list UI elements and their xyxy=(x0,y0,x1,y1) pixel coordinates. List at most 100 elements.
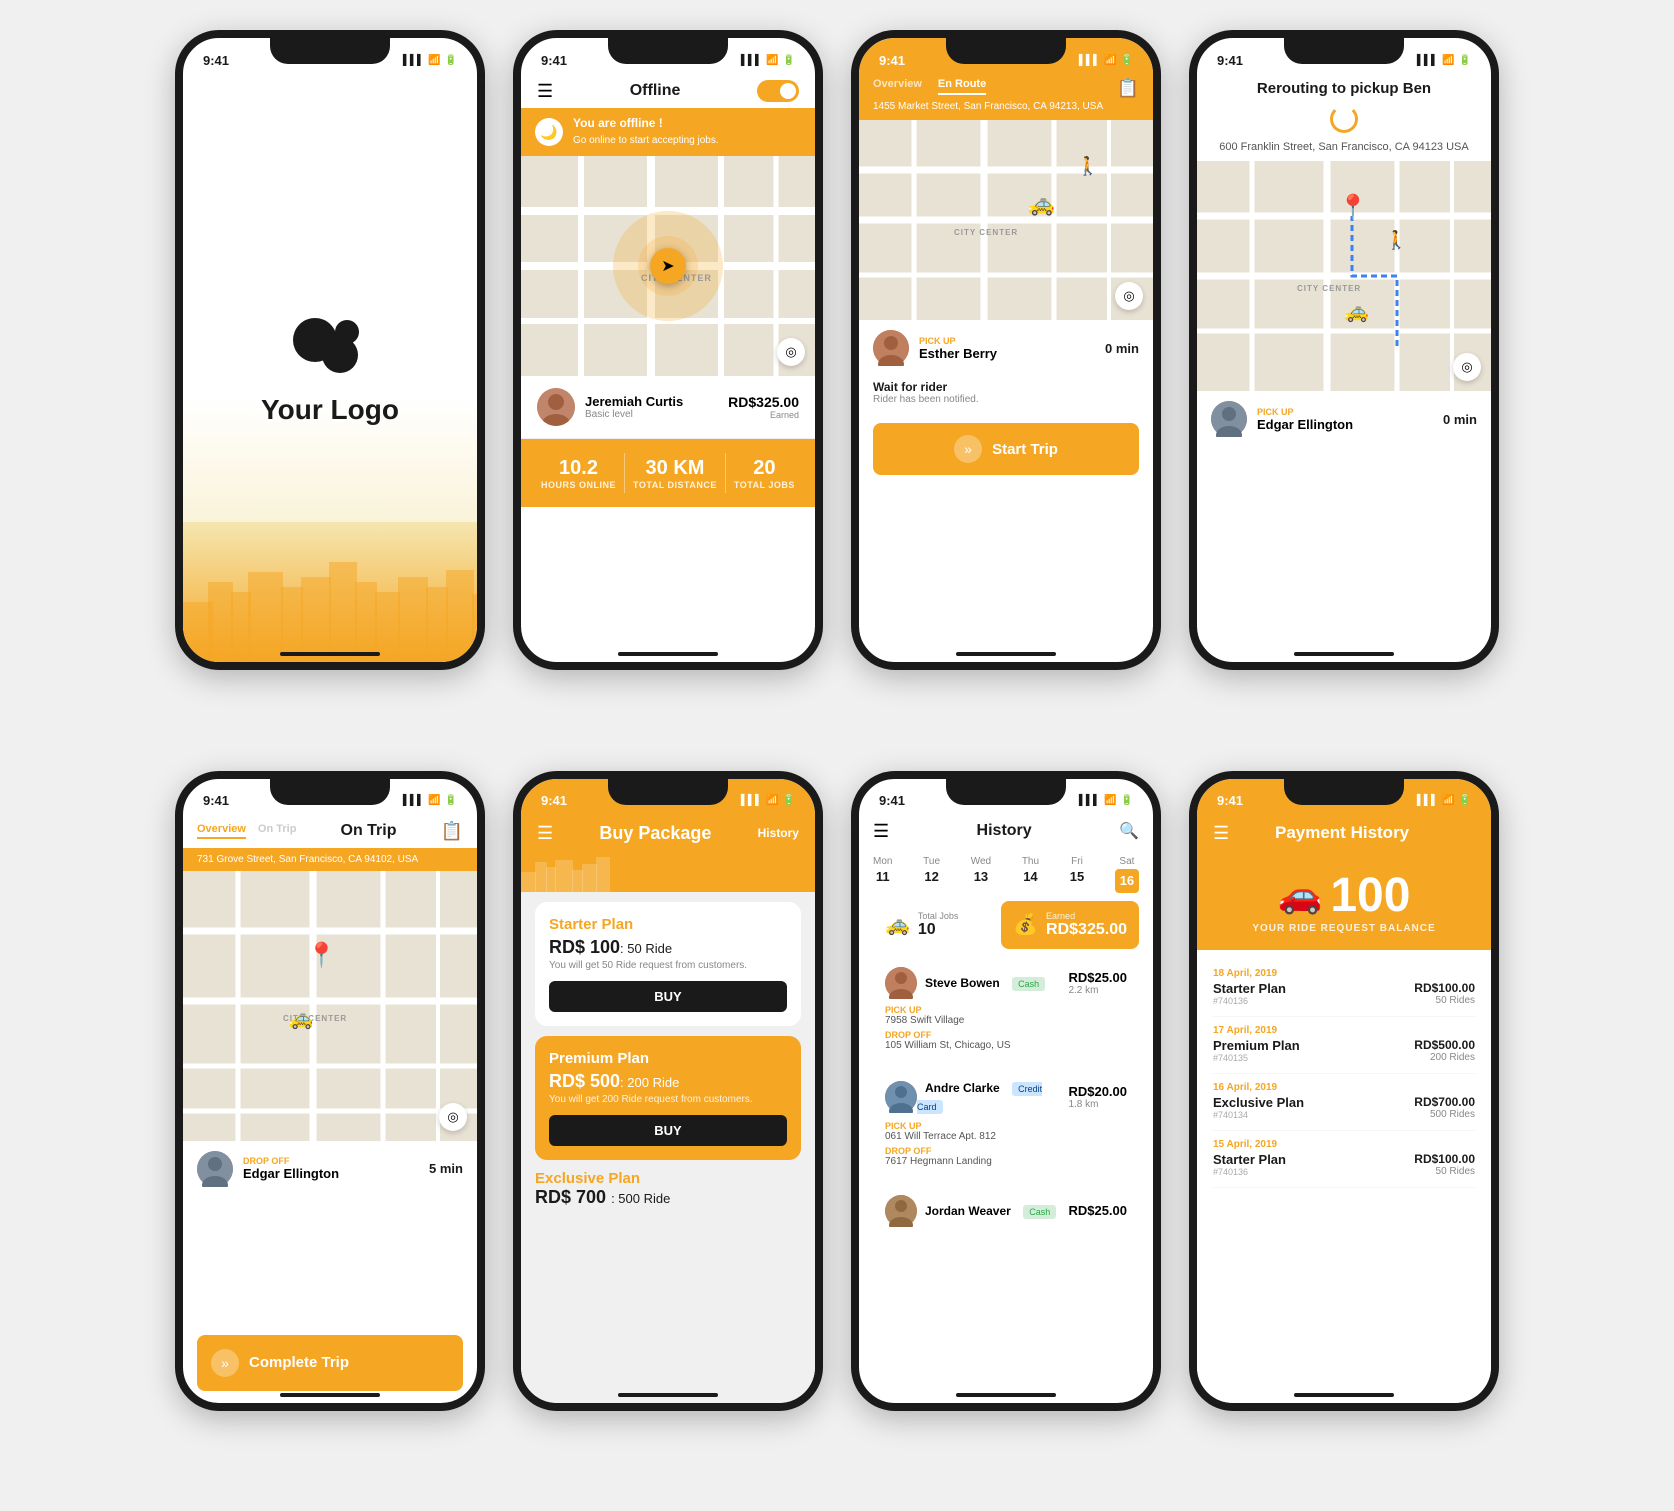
notch-3 xyxy=(946,38,1066,64)
phones-row-2: 9:41 ▌▌▌ 📶 🔋 Overview On Trip On Trip 📋 xyxy=(20,771,1654,1411)
rider-avatar-5 xyxy=(197,1151,233,1187)
stat-distance: 30 KM xyxy=(633,457,717,480)
hamburger-6[interactable]: ☰ xyxy=(537,823,553,844)
avatar-0 xyxy=(885,967,917,999)
starter-buy-btn[interactable]: BUY xyxy=(549,981,787,1012)
dropoff-label: DROP OFF xyxy=(243,1156,339,1166)
logo-screen: Your Logo xyxy=(183,74,477,662)
avatar-1 xyxy=(885,1081,917,1113)
earning-label: Earned xyxy=(728,410,799,420)
buy-pkg-header: ☰ Buy Package History xyxy=(521,815,815,852)
on-trip-title: On Trip xyxy=(341,822,397,840)
cal-sat[interactable]: Sat 16 xyxy=(1115,856,1139,893)
avatar-2 xyxy=(885,1195,917,1227)
time-6: 9:41 xyxy=(541,793,567,808)
home-indicator-2 xyxy=(618,652,718,656)
history-item-1: Andre Clarke Credit Card RD$20.00 1.8 km… xyxy=(873,1069,1139,1177)
payment-header: ☰ Payment History xyxy=(1197,815,1491,852)
taxi-icon: 🚕 xyxy=(1028,191,1055,217)
car-icon: 🚗 xyxy=(1278,874,1323,916)
history-item-0: Steve Bowen Cash RD$25.00 2.2 km PICK UP… xyxy=(873,957,1139,1061)
en-route-screen: Overview En Route 📋 1455 Market Street, … xyxy=(859,74,1153,662)
home-indicator-8 xyxy=(1294,1393,1394,1397)
notch-6 xyxy=(608,779,728,805)
complete-trip-button[interactable]: » Complete Trip xyxy=(197,1335,463,1391)
rider-name: Esther Berry xyxy=(919,346,997,361)
locate-btn-3[interactable]: ◎ xyxy=(1115,282,1143,310)
logo-icon xyxy=(285,310,375,380)
history-item-2: Jordan Weaver Cash RD$25.00 xyxy=(873,1185,1139,1243)
locate-btn-5[interactable]: ◎ xyxy=(439,1103,467,1131)
tab-en-route[interactable]: En Route xyxy=(938,78,986,95)
on-trip-header: Overview On Trip On Trip 📋 xyxy=(183,815,477,848)
offline-icon: 🌙 xyxy=(535,118,563,146)
rider-name-5: Edgar Ellington xyxy=(243,1166,339,1181)
rider-avatar-4 xyxy=(1211,401,1247,437)
online-toggle[interactable] xyxy=(757,80,799,102)
destination-pin: 📍 xyxy=(1338,193,1368,222)
tab-overview-5[interactable]: Overview xyxy=(197,823,246,839)
time-7: 9:41 xyxy=(879,793,905,808)
notch-2 xyxy=(608,38,728,64)
driver-name: Jeremiah Curtis xyxy=(585,394,728,409)
eta: 0 min xyxy=(1105,341,1139,356)
taxi-pin: ➤ xyxy=(650,248,686,284)
locate-btn-4[interactable]: ◎ xyxy=(1453,353,1481,381)
start-trip-button[interactable]: » Start Trip xyxy=(873,423,1139,475)
cal-wed[interactable]: Wed 13 xyxy=(971,856,991,893)
time-1: 9:41 xyxy=(203,53,229,68)
earned-stat: 💰 Earned RD$325.00 xyxy=(1001,901,1139,949)
offline-screen: ☰ Offline 🌙 You are offline ! Go online … xyxy=(521,74,815,662)
payment-list: 18 April, 2019 Starter Plan #740136 RD$1… xyxy=(1197,950,1491,1403)
eta-4: 0 min xyxy=(1443,412,1477,427)
home-indicator-5 xyxy=(280,1393,380,1397)
pickup-label-4: PICK UP xyxy=(1257,407,1353,417)
destination-pin-5: 📍 xyxy=(306,941,336,970)
on-trip-screen: Overview On Trip On Trip 📋 731 Grove Str… xyxy=(183,815,477,1403)
starter-plan-card: Starter Plan RD$ 100: 50 Ride You will g… xyxy=(535,902,801,1026)
driver-info-card: Jeremiah Curtis Basic level RD$325.00 Ea… xyxy=(521,376,815,439)
calendar-icon[interactable]: 📋 xyxy=(1117,78,1139,99)
reroute-address: 600 Franklin Street, San Francisco, CA 9… xyxy=(1211,141,1477,153)
total-jobs-stat: 🚕 Total Jobs 10 xyxy=(873,901,993,949)
history-header: ☰ History 🔍 xyxy=(859,815,1153,848)
buy-pkg-title: Buy Package xyxy=(599,823,711,844)
hamburger-8[interactable]: ☰ xyxy=(1213,823,1229,844)
calendar-icon-5[interactable]: 📋 xyxy=(441,821,463,842)
offline-banner: 🌙 You are offline ! Go online to start a… xyxy=(521,108,815,156)
phones-row-1: 9:41 ▌▌▌ 📶 🔋 Your Logo xyxy=(20,30,1654,670)
tab-overview[interactable]: Overview xyxy=(873,78,922,95)
hamburger-7[interactable]: ☰ xyxy=(873,821,889,842)
logo-text: Your Logo xyxy=(261,394,399,426)
cal-mon[interactable]: Mon 11 xyxy=(873,856,892,893)
cal-tue[interactable]: Tue 12 xyxy=(923,856,940,893)
wait-info: Wait for rider Rider has been notified. xyxy=(859,376,1153,415)
on-trip-map: CITY CENTER 📍 🚕 ◎ xyxy=(183,871,477,1141)
phone-history: 9:41 ▌▌▌ 📶 🔋 ☰ History 🔍 Mon 11 xyxy=(851,771,1161,1411)
notch-4 xyxy=(1284,38,1404,64)
history-link[interactable]: History xyxy=(758,826,799,840)
hamburger-icon[interactable]: ☰ xyxy=(537,81,553,102)
cal-fri[interactable]: Fri 15 xyxy=(1070,856,1084,893)
rerouting-screen: Rerouting to pickup Ben 600 Franklin Str… xyxy=(1197,74,1491,662)
reroute-header: Rerouting to pickup Ben 600 Franklin Str… xyxy=(1197,74,1491,161)
home-indicator-7 xyxy=(956,1393,1056,1397)
premium-buy-btn[interactable]: BUY xyxy=(549,1115,787,1146)
phone-logo: 9:41 ▌▌▌ 📶 🔋 Your Logo xyxy=(175,30,485,670)
en-route-tabs: Overview En Route xyxy=(873,78,986,95)
svg-text:CITY CENTER: CITY CENTER xyxy=(1297,284,1361,293)
home-indicator-3 xyxy=(956,652,1056,656)
driver-level: Basic level xyxy=(585,409,728,420)
tab-on-trip[interactable]: On Trip xyxy=(258,823,297,839)
offline-title: Offline xyxy=(630,82,681,100)
balance-number: 100 xyxy=(1330,868,1410,923)
payment-title: Payment History xyxy=(1241,823,1443,843)
search-icon-7[interactable]: 🔍 xyxy=(1119,821,1139,841)
time-5: 9:41 xyxy=(203,793,229,808)
cal-thu[interactable]: Thu 14 xyxy=(1022,856,1039,893)
locate-btn[interactable]: ◎ xyxy=(777,338,805,366)
pickup-card: PICK UP Esther Berry 0 min xyxy=(859,320,1153,376)
chevron-icon-5: » xyxy=(211,1349,239,1377)
balance-label: YOUR RIDE REQUEST BALANCE xyxy=(1213,923,1475,934)
city-skyline xyxy=(183,522,477,662)
